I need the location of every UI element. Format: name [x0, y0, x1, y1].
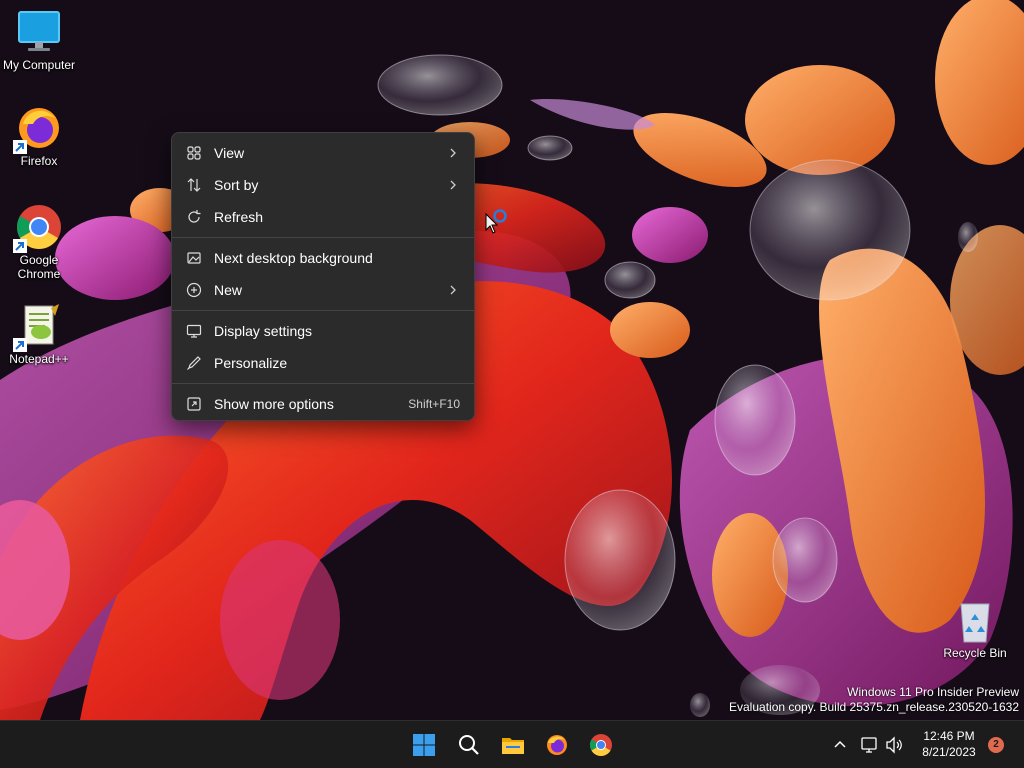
desktop-icon-my-computer[interactable]: My Computer: [0, 8, 78, 72]
menu-item-label: View: [214, 145, 245, 161]
start-button[interactable]: [406, 727, 442, 763]
menu-item-label: Sort by: [214, 177, 259, 193]
wallpaper-image: [0, 0, 1024, 720]
menu-item-sort-by[interactable]: Sort by: [176, 170, 470, 200]
view-grid-icon: [187, 146, 201, 160]
refresh-icon: [188, 210, 201, 223]
computer-icon: [15, 8, 63, 56]
taskbar: 12:46 PM 8/21/2023 2: [0, 720, 1024, 768]
firefox-icon: [547, 735, 567, 755]
shortcut-arrow-icon: [13, 239, 27, 253]
volume-icon: [886, 736, 902, 754]
notepadpp-icon: [13, 302, 63, 352]
shortcut-key: Shift+F10: [408, 397, 460, 411]
desktop-context-menu: View Sort by Refresh Next desktop backgr…: [171, 132, 475, 421]
clock-date: 8/21/2023: [922, 745, 976, 759]
desktop-icon-recycle-bin[interactable]: Recycle Bin: [936, 596, 1014, 660]
desktop-icon-firefox[interactable]: Firefox: [0, 104, 78, 168]
chrome-taskbar-button[interactable]: [583, 727, 619, 763]
watermark-edition: Windows 11 Pro Insider Preview: [847, 685, 1019, 699]
network-icon: [861, 737, 877, 753]
menu-item-label: Show more options: [214, 396, 334, 412]
file-explorer-button[interactable]: [495, 727, 531, 763]
start-icon: [413, 734, 435, 756]
more-options-icon: [187, 397, 201, 411]
menu-item-view[interactable]: View: [176, 138, 470, 168]
display-icon: [186, 324, 202, 338]
new-plus-icon: [186, 282, 202, 298]
menu-item-personalize[interactable]: Personalize: [176, 348, 470, 378]
menu-item-show-more-options[interactable]: Show more options Shift+F10: [176, 389, 470, 419]
search-button[interactable]: [451, 727, 487, 763]
desktop-icon-label: My Computer: [2, 58, 76, 72]
desktop[interactable]: My Computer Firefox Google Chrome Notepa…: [0, 0, 1024, 720]
menu-item-label: Refresh: [214, 209, 264, 225]
show-hidden-icons-button[interactable]: [822, 727, 858, 763]
menu-item-next-desktop-background[interactable]: Next desktop background: [176, 243, 470, 273]
menu-item-new[interactable]: New: [176, 275, 470, 305]
search-icon: [459, 735, 479, 755]
chevron-right-icon: [450, 285, 456, 295]
chrome-icon: [13, 203, 63, 253]
desktop-icon-label: Recycle Bin: [943, 646, 1007, 660]
chevron-up-icon: [834, 740, 846, 748]
next-background-icon: [187, 252, 201, 264]
menu-item-refresh[interactable]: Refresh: [176, 202, 470, 232]
chrome-icon: [590, 734, 612, 756]
desktop-icon-notepadpp[interactable]: Notepad++: [0, 302, 78, 366]
windows-watermark: Windows 11 Pro Insider Preview Evaluatio…: [729, 685, 1019, 715]
desktop-icon-chrome[interactable]: Google Chrome: [0, 203, 78, 281]
menu-item-label: Next desktop background: [214, 250, 373, 266]
menu-item-label: Personalize: [214, 355, 288, 371]
menu-separator: [172, 237, 474, 238]
shortcut-arrow-icon: [13, 140, 27, 154]
firefox-taskbar-button[interactable]: [539, 727, 575, 763]
notification-badge[interactable]: 2: [988, 737, 1004, 753]
firefox-icon: [13, 104, 63, 154]
clock-button[interactable]: 12:46 PM 8/21/2023: [914, 727, 984, 763]
file-explorer-icon: [502, 738, 524, 754]
menu-separator: [172, 310, 474, 311]
recycle-bin-icon: [951, 596, 999, 644]
watermark-build: Evaluation copy. Build 25375.zn_release.…: [729, 700, 1019, 714]
clock-time: 12:46 PM: [923, 729, 975, 743]
shortcut-arrow-icon: [13, 338, 27, 352]
desktop-icon-label: Firefox: [20, 154, 58, 168]
menu-item-display-settings[interactable]: Display settings: [176, 316, 470, 346]
chevron-right-icon: [450, 180, 456, 190]
menu-item-label: New: [214, 282, 243, 298]
pen-icon: [187, 356, 201, 370]
sort-icon: [187, 178, 201, 192]
menu-item-label: Display settings: [214, 323, 313, 339]
menu-separator: [172, 383, 474, 384]
mouse-cursor-busy-icon: [485, 209, 507, 234]
chevron-right-icon: [450, 148, 456, 158]
desktop-icon-label: Google Chrome: [17, 253, 61, 281]
desktop-icon-label: Notepad++: [9, 352, 69, 366]
network-volume-button[interactable]: [856, 727, 912, 763]
